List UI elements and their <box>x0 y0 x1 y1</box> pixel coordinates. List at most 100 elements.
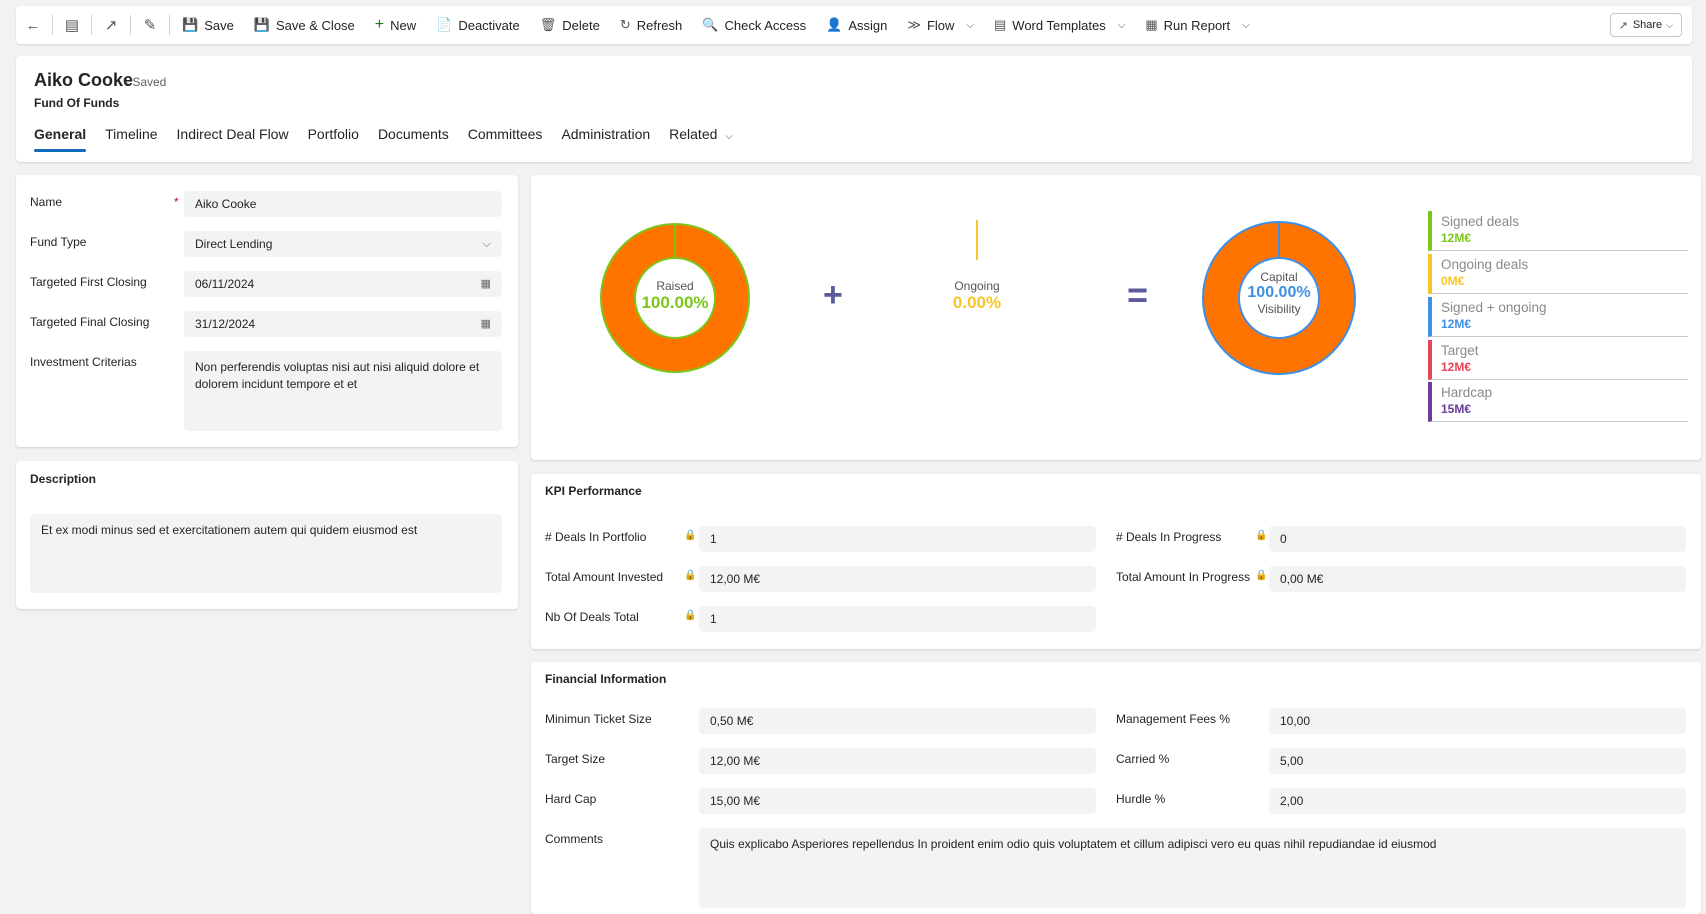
nb-deals-label: Nb Of Deals Total <box>545 610 639 624</box>
deactivate-icon: 📄 <box>436 17 453 32</box>
edit-record-icon[interactable]: ✎ <box>133 6 167 44</box>
target-size-label: Target Size <box>545 752 606 766</box>
fund-type-value: Direct Lending <box>195 237 273 251</box>
share-icon: ↗ <box>1618 19 1628 32</box>
deals-progress-field: 0 <box>1269 526 1686 552</box>
delete-button[interactable]: 🗑 Delete <box>530 6 610 44</box>
lock-icon: 🔒 <box>684 610 697 621</box>
trash-icon: 🗑 <box>539 17 557 32</box>
mgmt-fees-label: Management Fees % <box>1116 712 1231 726</box>
raised-center: Raised 100.00% <box>627 279 723 313</box>
total-invested-field: 12,00 M€ <box>699 566 1096 592</box>
kpi-title: KPI Performance <box>545 484 642 498</box>
word-icon: ▤ <box>994 17 1007 32</box>
hurdle-field[interactable]: 2,00 <box>1269 788 1686 814</box>
toolbar-divider <box>130 15 131 35</box>
raised-label: Raised <box>656 279 694 293</box>
legend-value: 12M€ <box>1441 231 1472 245</box>
key-icon: 🔍 <box>702 17 719 32</box>
share-button[interactable]: ↗ Share ⌵ <box>1609 13 1682 37</box>
plus-symbol: + <box>823 276 843 314</box>
raised-value: 100.00% <box>641 293 709 312</box>
financial-information-section: Financial Information Minimun Ticket Siz… <box>531 662 1701 914</box>
description-textarea[interactable]: Et ex modi minus sed et exercitationem a… <box>30 514 502 593</box>
chevron-down-icon: ⌵ <box>1666 19 1673 30</box>
flow-button[interactable]: ≫ Flow ⌵ <box>897 6 984 44</box>
name-field[interactable]: Aiko Cooke <box>184 191 502 217</box>
open-new-window-icon[interactable]: ↗ <box>94 6 128 44</box>
chevron-down-icon: ⌵ <box>966 19 974 31</box>
legend-signed-deals: Signed deals 12M€ <box>1428 211 1688 251</box>
description-title: Description <box>30 472 97 486</box>
legend-value: 15M€ <box>1441 402 1472 416</box>
final-closing-date-field[interactable]: 31/12/2024 ▦ <box>184 311 502 337</box>
visibility-label: Visibility <box>1257 302 1301 316</box>
capital-value: 100.00% <box>1247 284 1311 301</box>
toolbar-divider <box>52 15 53 35</box>
deals-progress-label: # Deals In Progress <box>1116 530 1222 544</box>
legend-hardcap: Hardcap 15M€ <box>1428 382 1688 422</box>
save-close-icon: 💾 <box>253 17 271 32</box>
tab-committees[interactable]: Committees <box>468 118 543 152</box>
capital-center: Capital 100.00% Visibility <box>1231 270 1327 316</box>
carried-label: Carried % <box>1116 752 1170 766</box>
save-button[interactable]: 💾 Save <box>172 6 244 44</box>
tab-administration[interactable]: Administration <box>561 118 650 152</box>
carried-field[interactable]: 5,00 <box>1269 748 1686 774</box>
lock-icon: 🔒 <box>684 530 697 541</box>
legend-ongoing-deals: Ongoing deals 0M€ <box>1428 254 1688 294</box>
toolbar-divider <box>91 15 92 35</box>
tab-related-label: Related <box>669 126 718 142</box>
first-closing-value: 06/11/2024 <box>195 277 255 291</box>
first-closing-date-field[interactable]: 06/11/2024 ▦ <box>184 271 502 297</box>
tab-timeline[interactable]: Timeline <box>105 118 157 152</box>
total-progress-label: Total Amount In Progress <box>1116 570 1251 584</box>
mgmt-fees-field[interactable]: 10,00 <box>1269 708 1686 734</box>
nb-deals-field: 1 <box>699 606 1096 632</box>
min-ticket-field[interactable]: 0,50 M€ <box>699 708 1096 734</box>
tab-documents[interactable]: Documents <box>378 118 449 152</box>
tab-related[interactable]: Related ⌵ <box>669 118 733 152</box>
new-button[interactable]: + New <box>365 6 426 44</box>
save-close-button[interactable]: 💾 Save & Close <box>244 6 365 44</box>
refresh-icon: ↻ <box>619 17 631 32</box>
back-arrow-icon[interactable]: ← <box>16 6 50 44</box>
chevron-down-icon: ⌵ <box>1117 19 1126 31</box>
chevron-down-icon: ⌵ <box>725 131 733 142</box>
min-ticket-label: Minimun Ticket Size <box>545 712 652 726</box>
total-invested-label: Total Amount Invested <box>545 570 664 584</box>
final-closing-value: 31/12/2024 <box>195 317 256 331</box>
legend-signed-ongoing: Signed + ongoing 12M€ <box>1428 297 1688 337</box>
legend-target: Target 12M€ <box>1428 340 1688 380</box>
financial-title: Financial Information <box>545 672 667 686</box>
check-access-button[interactable]: 🔍 Check Access <box>692 6 816 44</box>
flow-icon: ≫ <box>907 17 921 32</box>
legend-value: 12M€ <box>1441 360 1472 374</box>
calendar-icon[interactable]: ▦ <box>481 276 491 293</box>
fund-type-select[interactable]: Direct Lending ⌵ <box>184 231 502 257</box>
calendar-icon[interactable]: ▦ <box>481 316 491 333</box>
hard-cap-field[interactable]: 15,00 M€ <box>699 788 1096 814</box>
deactivate-button[interactable]: 📄 Deactivate <box>426 6 530 44</box>
target-size-field[interactable]: 12,00 M€ <box>699 748 1096 774</box>
lock-icon: 🔒 <box>684 570 697 581</box>
fund-type-label: Fund Type <box>30 235 87 249</box>
investment-criteria-textarea[interactable]: Non perferendis voluptas nisi aut nisi a… <box>184 351 502 431</box>
form-view-icon[interactable]: ▤ <box>55 6 89 44</box>
tab-indirect-deal-flow[interactable]: Indirect Deal Flow <box>177 118 289 152</box>
legend-label: Signed + ongoing <box>1441 300 1547 315</box>
required-indicator: * <box>174 195 179 209</box>
record-title: Aiko Cooke <box>34 70 134 90</box>
word-templates-button[interactable]: ▤ Word Templates ⌵ <box>984 6 1135 44</box>
refresh-button[interactable]: ↻ Refresh <box>610 6 692 44</box>
tab-general[interactable]: General <box>34 118 87 152</box>
lock-icon: 🔒 <box>1255 570 1268 581</box>
tab-portfolio[interactable]: Portfolio <box>308 118 359 152</box>
run-report-button[interactable]: ▦ Run Report ⌵ <box>1135 6 1259 44</box>
toolbar-divider <box>169 15 170 35</box>
name-label: Name <box>30 195 63 209</box>
comments-textarea[interactable]: Quis explicabo Asperiores repellendus In… <box>699 828 1686 908</box>
report-icon: ▦ <box>1145 17 1158 32</box>
assign-button[interactable]: 👤 Assign <box>816 6 897 44</box>
chevron-down-icon: ⌵ <box>482 238 491 250</box>
